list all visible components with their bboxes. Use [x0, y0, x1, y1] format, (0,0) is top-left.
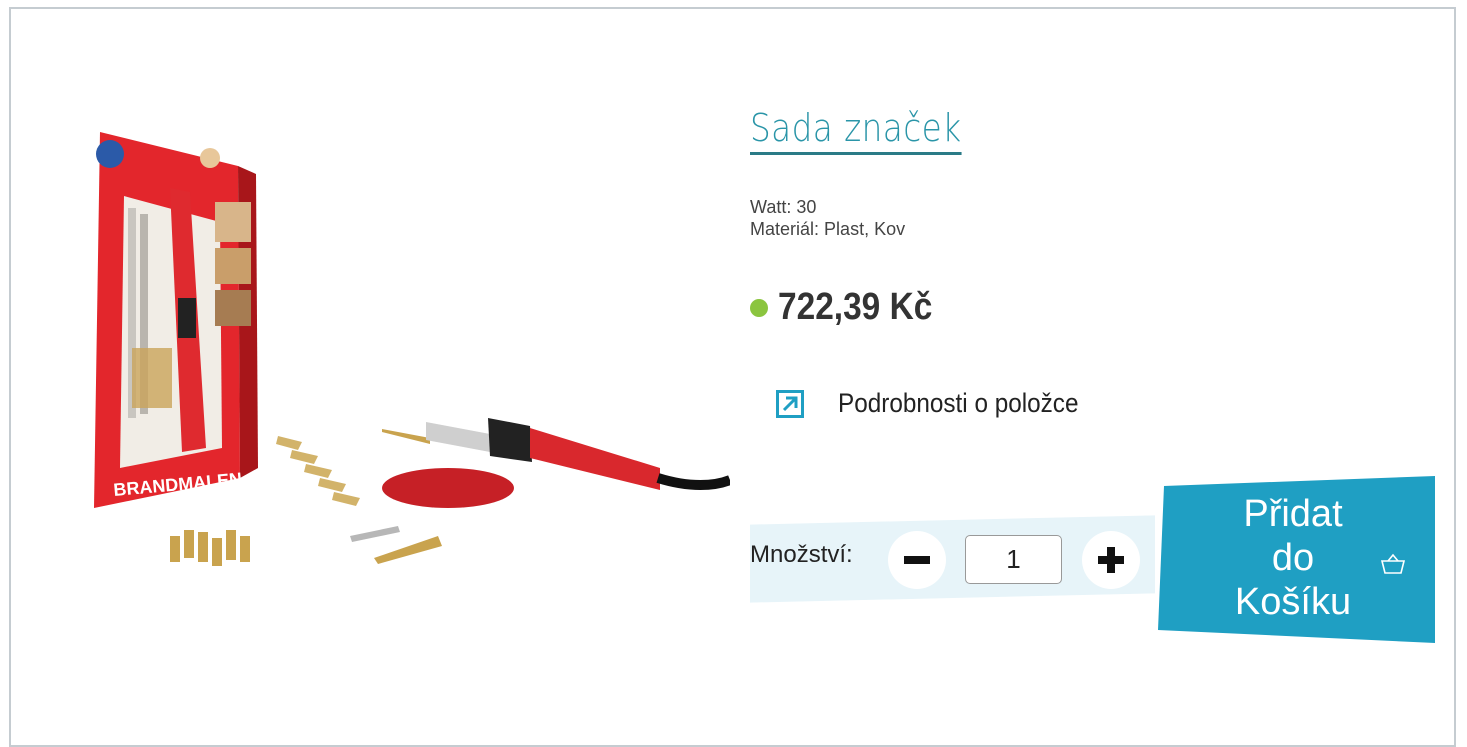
basket-icon	[1380, 553, 1406, 574]
product-title[interactable]: Sada značek	[750, 106, 962, 155]
item-details-label: Podrobnosti o položce	[838, 388, 1079, 418]
availability-dot-icon	[750, 298, 768, 317]
decrease-quantity-button[interactable]	[888, 531, 946, 589]
add-to-cart-label: Přidat do Košíku	[1234, 493, 1352, 623]
attribute-value: Plast, Kov	[824, 219, 906, 239]
attribute-label: Materiál:	[750, 219, 820, 239]
item-details-link[interactable]: Podrobnosti o položce	[776, 388, 1105, 419]
attribute-watt: Watt: 30	[750, 196, 905, 218]
quantity-input[interactable]	[965, 535, 1062, 584]
plus-icon	[1098, 547, 1124, 573]
product-attributes: Watt: 30 Materiál: Plast, Kov	[750, 196, 905, 240]
external-arrow-icon	[776, 389, 804, 418]
attribute-label: Watt:	[750, 197, 792, 217]
price-value: 722,39 Kč	[778, 286, 933, 328]
attribute-material: Materiál: Plast, Kov	[750, 218, 905, 240]
quantity-label: Množství:	[750, 541, 853, 568]
attribute-value: 30	[796, 197, 817, 217]
product-image[interactable]: BRANDMALEN	[70, 118, 730, 618]
price: 722,39 Kč	[750, 286, 953, 329]
minus-icon	[904, 556, 930, 564]
increase-quantity-button[interactable]	[1082, 531, 1140, 589]
add-to-cart-button[interactable]: Přidat do Košíku	[1158, 476, 1435, 643]
